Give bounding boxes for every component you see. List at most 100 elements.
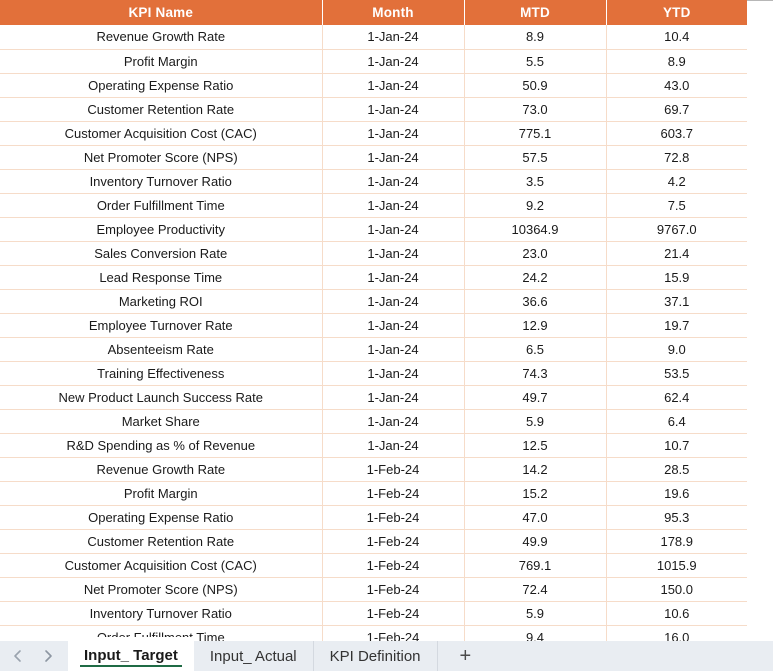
- table-row[interactable]: New Product Launch Success Rate 1-Jan-24 4…: [0, 385, 747, 410]
- cell-month[interactable]: 1-Jan-24: [322, 145, 465, 170]
- column-header-month[interactable]: Month: [322, 0, 465, 25]
- cell-ytd[interactable]: 95.3: [606, 505, 747, 530]
- cell-month[interactable]: 1-Jan-24: [322, 409, 465, 434]
- cell-mtd[interactable]: 12.9: [464, 313, 607, 338]
- cell-ytd[interactable]: 16.0: [606, 625, 747, 641]
- cell-month[interactable]: 1-Jan-24: [322, 49, 465, 74]
- cell-month[interactable]: 1-Jan-24: [322, 289, 465, 314]
- cell-ytd[interactable]: 21.4: [606, 241, 747, 266]
- cell-mtd[interactable]: 6.5: [464, 337, 607, 362]
- cell-mtd[interactable]: 49.9: [464, 529, 607, 554]
- cell-mtd[interactable]: 24.2: [464, 265, 607, 290]
- cell-ytd[interactable]: 178.9: [606, 529, 747, 554]
- cell-month[interactable]: 1-Jan-24: [322, 217, 465, 242]
- cell-kpi-name[interactable]: Customer Retention Rate: [0, 529, 323, 554]
- table-row[interactable]: R&D Spending as % of Revenue 1-Jan-24 12.5…: [0, 433, 747, 458]
- sheet-nav-arrows[interactable]: [0, 641, 68, 671]
- cell-ytd[interactable]: 19.6: [606, 481, 747, 506]
- table-row[interactable]: Customer Acquisition Cost (CAC) 1-Jan-24 7…: [0, 121, 747, 146]
- cell-month[interactable]: 1-Feb-24: [322, 481, 465, 506]
- cell-mtd[interactable]: 74.3: [464, 361, 607, 386]
- table-row[interactable]: Market Share 1-Jan-24 5.9 6.4: [0, 409, 747, 434]
- cell-mtd[interactable]: 72.4: [464, 577, 607, 602]
- cell-mtd[interactable]: 775.1: [464, 121, 607, 146]
- cell-month[interactable]: 1-Jan-24: [322, 169, 465, 194]
- cell-month[interactable]: 1-Feb-24: [322, 505, 465, 530]
- cell-kpi-name[interactable]: Customer Retention Rate: [0, 97, 323, 122]
- sheet-tab-input-target[interactable]: Input_ Target: [68, 637, 194, 671]
- table-row[interactable]: Profit Margin 1-Jan-24 5.5 8.9: [0, 49, 747, 74]
- sheet-tab-input-actual[interactable]: Input_ Actual: [194, 641, 314, 671]
- cell-kpi-name[interactable]: Order Fulfillment Time: [0, 193, 323, 218]
- column-header-ytd[interactable]: YTD: [606, 0, 747, 25]
- cell-kpi-name[interactable]: Employee Turnover Rate: [0, 313, 323, 338]
- cell-kpi-name[interactable]: Operating Expense Ratio: [0, 505, 323, 530]
- cell-month[interactable]: 1-Feb-24: [322, 601, 465, 626]
- cell-ytd[interactable]: 28.5: [606, 457, 747, 482]
- cell-ytd[interactable]: 9.0: [606, 337, 747, 362]
- cell-month[interactable]: 1-Jan-24: [322, 313, 465, 338]
- table-row[interactable]: Sales Conversion Rate 1-Jan-24 23.0 21.4: [0, 241, 747, 266]
- cell-kpi-name[interactable]: Training Effectiveness: [0, 361, 323, 386]
- cell-ytd[interactable]: 10.4: [606, 25, 747, 50]
- table-row[interactable]: Profit Margin 1-Feb-24 15.2 19.6: [0, 481, 747, 506]
- cell-month[interactable]: 1-Feb-24: [322, 577, 465, 602]
- cell-ytd[interactable]: 10.7: [606, 433, 747, 458]
- cell-kpi-name[interactable]: Customer Acquisition Cost (CAC): [0, 553, 323, 578]
- cell-month[interactable]: 1-Feb-24: [322, 625, 465, 641]
- table-row[interactable]: Marketing ROI 1-Jan-24 36.6 37.1: [0, 289, 747, 314]
- sheet-tab-kpi-definition[interactable]: KPI Definition: [314, 641, 438, 671]
- cell-month[interactable]: 1-Feb-24: [322, 529, 465, 554]
- cell-mtd[interactable]: 769.1: [464, 553, 607, 578]
- cell-kpi-name[interactable]: Profit Margin: [0, 481, 323, 506]
- cell-ytd[interactable]: 37.1: [606, 289, 747, 314]
- cell-ytd[interactable]: 4.2: [606, 169, 747, 194]
- table-row[interactable]: Inventory Turnover Ratio 1-Jan-24 3.5 4.2: [0, 169, 747, 194]
- cell-kpi-name[interactable]: Net Promoter Score (NPS): [0, 145, 323, 170]
- add-sheet-button[interactable]: +: [438, 641, 494, 671]
- table-row[interactable]: Operating Expense Ratio 1-Jan-24 50.9 43.0: [0, 73, 747, 98]
- cell-kpi-name[interactable]: Operating Expense Ratio: [0, 73, 323, 98]
- cell-kpi-name[interactable]: R&D Spending as % of Revenue: [0, 433, 323, 458]
- cell-mtd[interactable]: 50.9: [464, 73, 607, 98]
- table-row[interactable]: Employee Productivity 1-Jan-24 10364.9 9767…: [0, 217, 747, 242]
- cell-kpi-name[interactable]: Marketing ROI: [0, 289, 323, 314]
- table-row[interactable]: Revenue Growth Rate 1-Jan-24 8.9 10.4: [0, 25, 747, 50]
- cell-ytd[interactable]: 19.7: [606, 313, 747, 338]
- cell-ytd[interactable]: 1015.9: [606, 553, 747, 578]
- cell-kpi-name[interactable]: Absenteeism Rate: [0, 337, 323, 362]
- cell-ytd[interactable]: 6.4: [606, 409, 747, 434]
- cell-ytd[interactable]: 9767.0: [606, 217, 747, 242]
- table-row[interactable]: Inventory Turnover Ratio 1-Feb-24 5.9 10.6: [0, 601, 747, 626]
- cell-mtd[interactable]: 47.0: [464, 505, 607, 530]
- cell-mtd[interactable]: 8.9: [464, 25, 607, 50]
- cell-ytd[interactable]: 150.0: [606, 577, 747, 602]
- sheet-tabs[interactable]: Input_ Target Input_ Actual KPI Definition…: [68, 637, 494, 671]
- cell-mtd[interactable]: 9.4: [464, 625, 607, 641]
- table-row[interactable]: Lead Response Time 1-Jan-24 24.2 15.9: [0, 265, 747, 290]
- cell-ytd[interactable]: 10.6: [606, 601, 747, 626]
- cell-mtd[interactable]: 5.5: [464, 49, 607, 74]
- cell-month[interactable]: 1-Jan-24: [322, 121, 465, 146]
- cell-month[interactable]: 1-Feb-24: [322, 553, 465, 578]
- cell-ytd[interactable]: 72.8: [606, 145, 747, 170]
- cell-ytd[interactable]: 15.9: [606, 265, 747, 290]
- cell-ytd[interactable]: 8.9: [606, 49, 747, 74]
- column-header-mtd[interactable]: MTD: [464, 0, 607, 25]
- cell-ytd[interactable]: 7.5: [606, 193, 747, 218]
- column-header-kpi-name[interactable]: KPI Name: [0, 0, 323, 25]
- cell-kpi-name[interactable]: Employee Productivity: [0, 217, 323, 242]
- cell-ytd[interactable]: 603.7: [606, 121, 747, 146]
- cell-month[interactable]: 1-Jan-24: [322, 97, 465, 122]
- cell-kpi-name[interactable]: Revenue Growth Rate: [0, 25, 323, 50]
- table-row[interactable]: Net Promoter Score (NPS) 1-Feb-24 72.4 150.…: [0, 577, 747, 602]
- cell-month[interactable]: 1-Jan-24: [322, 361, 465, 386]
- table-row[interactable]: Customer Retention Rate 1-Feb-24 49.9 178.9: [0, 529, 747, 554]
- cell-month[interactable]: 1-Jan-24: [322, 385, 465, 410]
- cell-kpi-name[interactable]: New Product Launch Success Rate: [0, 385, 323, 410]
- table-row[interactable]: Operating Expense Ratio 1-Feb-24 47.0 95.3: [0, 505, 747, 530]
- cell-mtd[interactable]: 5.9: [464, 409, 607, 434]
- cell-mtd[interactable]: 14.2: [464, 457, 607, 482]
- table-row[interactable]: Employee Turnover Rate 1-Jan-24 12.9 19.7: [0, 313, 747, 338]
- cell-ytd[interactable]: 43.0: [606, 73, 747, 98]
